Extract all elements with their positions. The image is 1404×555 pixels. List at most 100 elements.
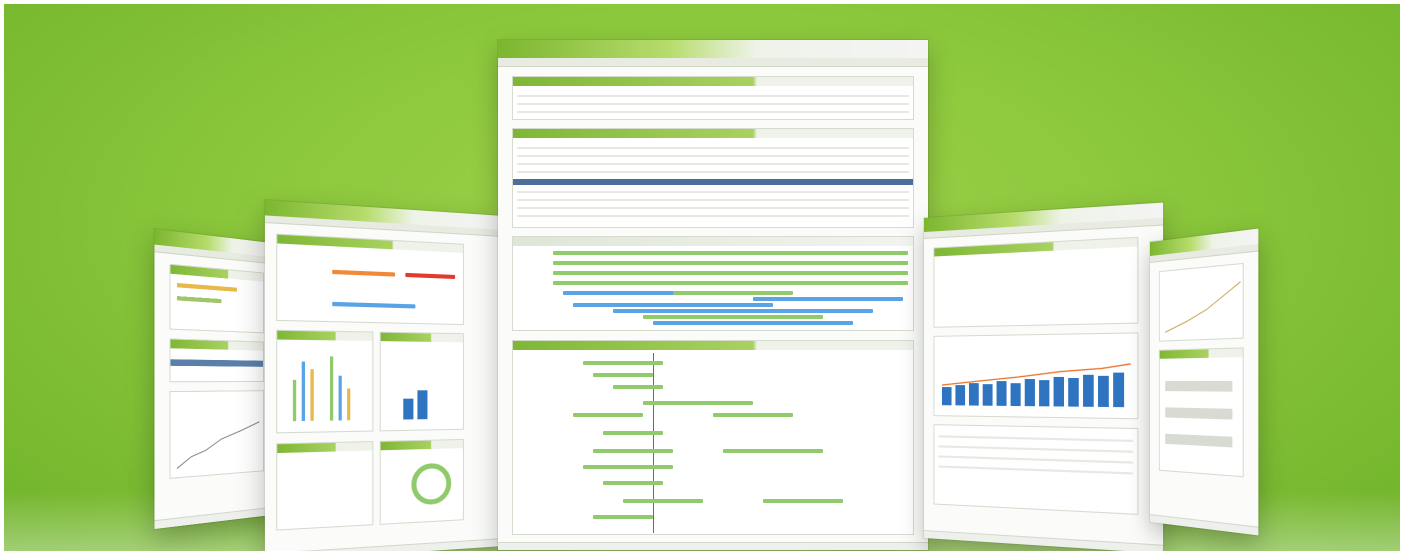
panel-header [171, 265, 263, 282]
panel-header [277, 442, 372, 453]
alert-row [517, 95, 909, 97]
list-item-bar[interactable] [1165, 434, 1232, 448]
table-row[interactable] [517, 191, 909, 193]
table-row[interactable] [517, 215, 909, 217]
gantt-bar[interactable] [583, 361, 663, 365]
gantt-bar[interactable] [723, 449, 823, 453]
alert-row [517, 103, 909, 105]
gantt-bar[interactable] [573, 413, 643, 417]
screen-left-front [265, 200, 504, 551]
panel-header [277, 235, 463, 253]
chart-column [293, 380, 296, 421]
line-chart-icon [1160, 264, 1245, 343]
selected-row[interactable] [513, 179, 913, 185]
panel-header [934, 238, 1137, 257]
column-chart [940, 342, 1131, 407]
gantt-bar[interactable] [763, 499, 843, 503]
gauge-bar [405, 273, 455, 279]
panel-job-table [512, 128, 914, 228]
gantt-bar[interactable] [553, 281, 908, 285]
panel-column-chart [276, 330, 373, 434]
gantt-bar[interactable] [553, 251, 908, 255]
gantt-bar[interactable] [593, 373, 653, 377]
progress-bar [177, 283, 237, 292]
list-item-bar[interactable] [1165, 381, 1232, 392]
panel-chart [1159, 263, 1244, 342]
gantt-bar[interactable] [753, 297, 903, 301]
table-row[interactable] [517, 163, 909, 165]
gauge-bar [332, 302, 415, 309]
gantt-bar[interactable] [613, 385, 663, 389]
panel-summary [169, 264, 263, 334]
panel-header [381, 333, 463, 343]
screen-left-back [154, 229, 280, 529]
gantt-bar[interactable] [643, 315, 823, 319]
table-row[interactable] [938, 455, 1133, 463]
panel-gantt-top [512, 236, 914, 331]
status-bar [403, 399, 413, 420]
gauge-bar [332, 270, 395, 277]
screen-header [498, 40, 928, 58]
gantt-bar[interactable] [653, 321, 853, 325]
chart-column [330, 356, 333, 420]
gantt-bar[interactable] [553, 271, 908, 275]
donut-chart-icon [411, 463, 451, 506]
chart-column [302, 362, 305, 421]
panel-header [381, 440, 463, 450]
gantt-bar[interactable] [593, 449, 673, 453]
screen-right-back [1150, 229, 1258, 536]
list-item-bar[interactable] [1165, 407, 1232, 419]
gantt-bar[interactable] [613, 309, 873, 313]
column-chart [286, 345, 364, 421]
status-bar [417, 390, 427, 419]
gantt-bar[interactable] [573, 303, 773, 307]
panel-table [169, 338, 263, 382]
table-row[interactable] [517, 207, 909, 209]
gantt-bar[interactable] [603, 481, 663, 485]
chart-column [339, 376, 342, 421]
table-row[interactable] [517, 171, 909, 173]
gantt-bar[interactable] [603, 431, 663, 435]
current-time-marker [653, 353, 654, 533]
panel-chart [169, 390, 263, 479]
panel-header [513, 237, 913, 246]
panel-column-chart [933, 332, 1138, 419]
table-row[interactable] [938, 445, 1133, 452]
gantt-bar[interactable] [643, 401, 753, 405]
green-backdrop [4, 4, 1400, 551]
panel-scatter [276, 441, 373, 531]
chart-column [347, 388, 350, 420]
panel-header [513, 77, 913, 86]
table-row[interactable] [517, 155, 909, 157]
gantt-bar[interactable] [583, 465, 673, 469]
table-row[interactable] [938, 465, 1133, 474]
panel-header [277, 331, 372, 341]
chart-column [310, 369, 313, 421]
progress-bar [177, 296, 222, 303]
panel-filters [933, 237, 1138, 328]
gantt-bar[interactable] [553, 261, 908, 265]
panel-table [933, 424, 1138, 515]
line-chart-icon [171, 391, 265, 480]
table-row[interactable] [517, 199, 909, 201]
panel-donut [380, 439, 464, 525]
panel-header [1160, 348, 1243, 358]
nav-bar [498, 58, 928, 67]
panel-status [380, 332, 464, 432]
panel-header [171, 340, 263, 351]
panel-alerts [512, 76, 914, 120]
panel-header [513, 129, 913, 138]
table-row[interactable] [517, 147, 909, 149]
selected-row [171, 359, 263, 367]
trend-line [940, 342, 1133, 407]
gantt-bar[interactable] [623, 499, 703, 503]
gantt-bar[interactable] [673, 291, 793, 295]
panel-gantt-bottom [512, 340, 914, 535]
table-row[interactable] [938, 435, 1133, 442]
screen-footer [498, 542, 928, 550]
panel-kpi [276, 234, 464, 326]
gantt-bar[interactable] [713, 413, 793, 417]
panel-list [1159, 347, 1244, 477]
screen-center [498, 40, 928, 550]
gantt-bar[interactable] [593, 515, 653, 519]
